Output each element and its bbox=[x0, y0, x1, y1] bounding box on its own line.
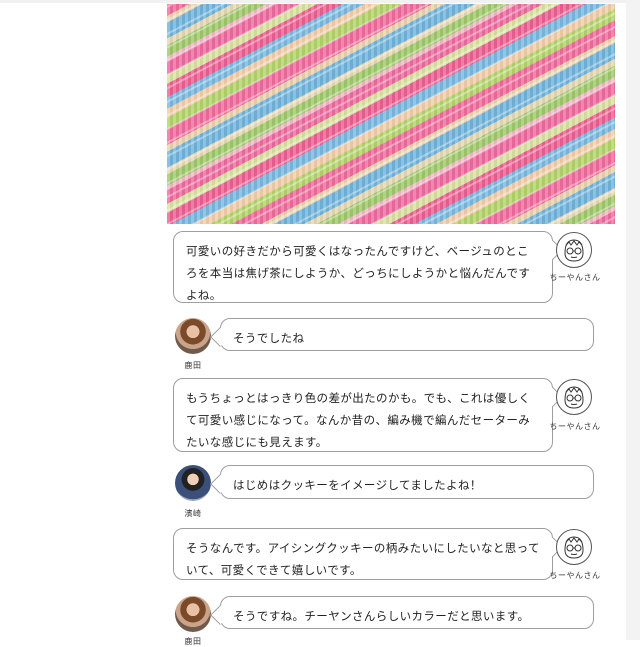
chat-bubble: そうですね。チーヤンさんらしいカラーだと思います。 bbox=[220, 596, 594, 629]
avatar bbox=[175, 318, 211, 354]
face-with-glasses-icon bbox=[564, 536, 584, 559]
message-text: そうでしたね bbox=[233, 331, 305, 345]
woven-mat-photo bbox=[167, 4, 615, 224]
chat-bubble: もうちょっとはっきり色の差が出たのかも。でも、これは優しくて可愛い感じになって。… bbox=[173, 378, 553, 452]
chat-bubble: そうなんです。アイシングクッキーの柄みたいにしたいなと思っていて、可愛くできて嬉… bbox=[173, 528, 553, 580]
speaker-name: 濱崎 bbox=[184, 509, 202, 518]
face-with-glasses-icon bbox=[564, 239, 584, 262]
speaker-name: ちーやんさん bbox=[549, 273, 601, 282]
scrollbar-track[interactable] bbox=[626, 0, 640, 640]
chat-bubble: 可愛いの好きだから可愛くはなったんですけど、ベージュのところを本当は焦げ茶にしよ… bbox=[173, 231, 553, 303]
chat-bubble: そうでしたね bbox=[220, 318, 594, 351]
avatar bbox=[556, 379, 592, 415]
message-text: そうなんです。アイシングクッキーの柄みたいにしたいなと思っていて、可愛くできて嬉… bbox=[186, 541, 540, 577]
message-text: はじめはクッキーをイメージしてましたよね！ bbox=[233, 478, 482, 492]
message-text: もうちょっとはっきり色の差が出たのかも。でも、これは優しくて可愛い感じになって。… bbox=[186, 391, 531, 449]
message-text: 可愛いの好きだから可愛くはなったんですけど、ベージュのところを本当は焦げ茶にしよ… bbox=[186, 244, 531, 302]
avatar bbox=[175, 596, 211, 632]
chat-bubble: はじめはクッキーをイメージしてましたよね！ bbox=[220, 465, 594, 499]
avatar bbox=[175, 465, 211, 501]
speaker-name: 鹿田 bbox=[184, 361, 202, 370]
speaker-name: 鹿田 bbox=[184, 637, 202, 646]
avatar bbox=[556, 232, 592, 268]
message-text: そうですね。チーヤンさんらしいカラーだと思います。 bbox=[233, 609, 530, 623]
avatar bbox=[556, 529, 592, 565]
speaker-name: ちーやんさん bbox=[549, 422, 601, 431]
speaker-name: ちーやんさん bbox=[549, 571, 601, 580]
face-with-glasses-icon bbox=[564, 386, 584, 409]
top-divider bbox=[0, 0, 640, 3]
